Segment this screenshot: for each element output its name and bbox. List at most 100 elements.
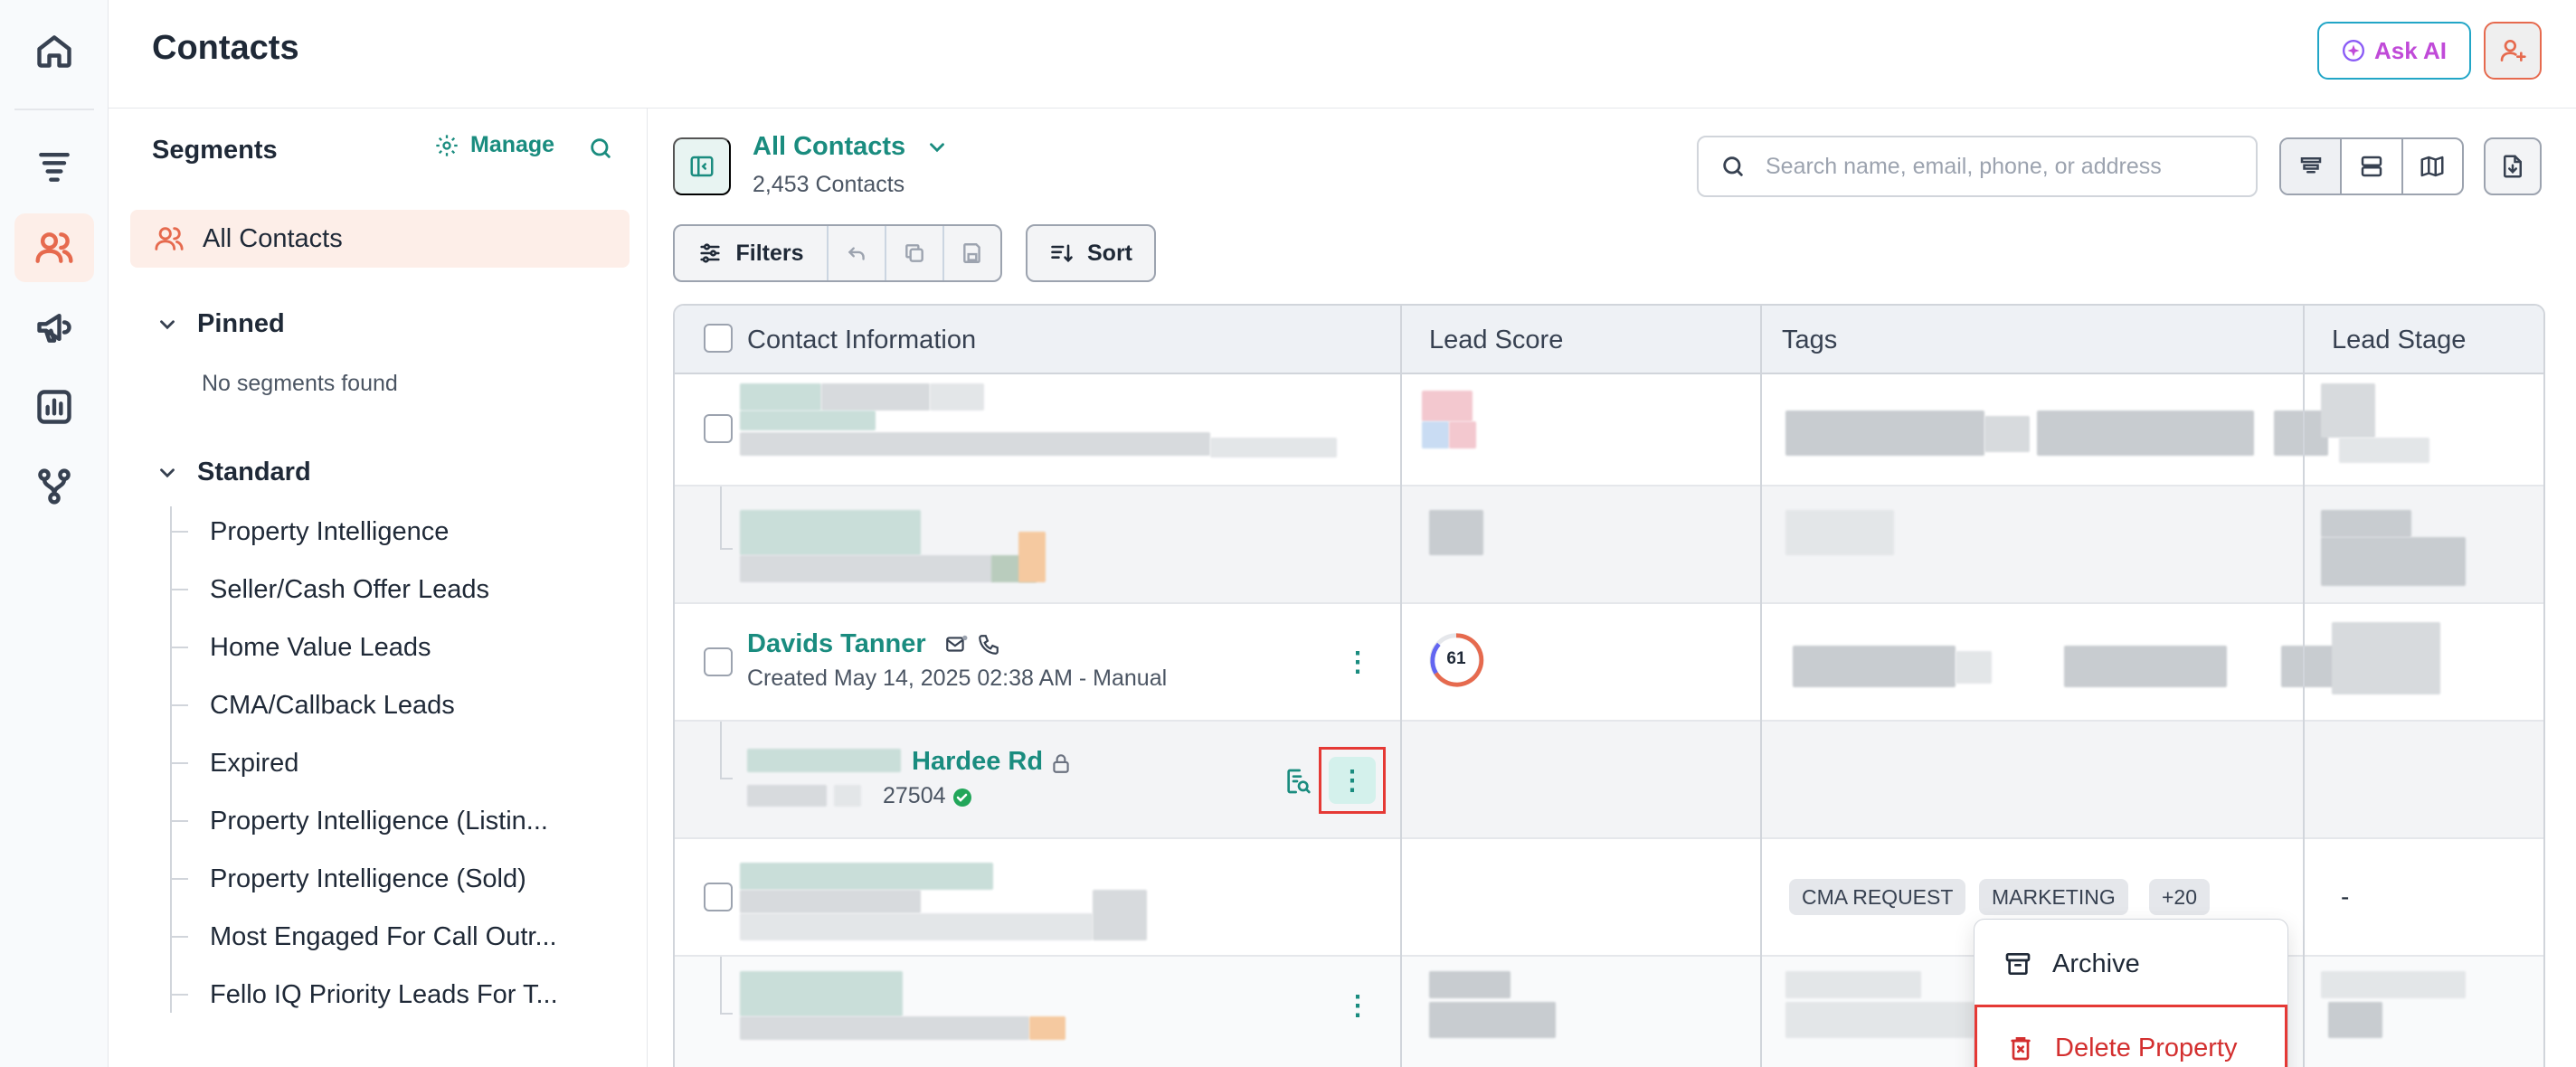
- manage-label: Manage: [470, 132, 555, 157]
- chevron-down-icon: [160, 467, 175, 477]
- chevron-down-icon: [160, 319, 175, 329]
- top-header: Contacts Ask AI: [109, 0, 2576, 109]
- table-toolbar: Filters Sort: [673, 224, 1156, 282]
- archive-menu-item[interactable]: Archive: [1975, 923, 2287, 1005]
- contact-search[interactable]: [1697, 136, 2258, 197]
- sliders-icon: [700, 243, 721, 263]
- table-header: Contact Information Lead Score Tags Lead…: [675, 306, 2543, 374]
- main-content: All Contacts 2,453 Contacts Filters: [648, 109, 2576, 1067]
- tag-badge: CMA REQUEST: [1789, 879, 1966, 915]
- delete-property-menu-item[interactable]: Delete Property: [1975, 1005, 2287, 1067]
- table-row[interactable]: Davids Tanner Created May 14, 2025 02:38…: [675, 604, 2543, 722]
- archive-icon: [2005, 953, 2031, 975]
- add-user-icon: [2500, 40, 2526, 61]
- column-header-contact[interactable]: Contact Information: [747, 306, 976, 374]
- email-icon[interactable]: [942, 633, 970, 656]
- tag-more-badge[interactable]: +20: [2149, 879, 2211, 915]
- property-report-icon[interactable]: [1283, 767, 1312, 796]
- view-mode-toggle: [2279, 137, 2464, 195]
- segment-all-contacts[interactable]: All Contacts: [130, 210, 630, 268]
- funnel-view-icon: [2300, 157, 2321, 174]
- segments-title: Segments: [152, 136, 278, 165]
- property-context-menu: Archive Delete Property: [1974, 919, 2288, 1067]
- tag-badge: MARKETING: [1979, 879, 2128, 915]
- manage-segments-button[interactable]: Manage: [434, 132, 554, 158]
- property-row[interactable]: Hardee Rd 27504 ⋮: [675, 722, 2543, 839]
- segment-item[interactable]: Property Intelligence: [170, 505, 622, 559]
- filters-button[interactable]: Filters: [675, 226, 827, 280]
- table-row[interactable]: [675, 374, 2543, 486]
- delete-label: Delete Property: [2055, 1033, 2238, 1062]
- undo-filter-button[interactable]: [827, 226, 885, 280]
- save-filter-button[interactable]: [942, 226, 1000, 280]
- contact-name-link[interactable]: Davids Tanner: [747, 629, 926, 659]
- phone-icon[interactable]: [977, 633, 1000, 656]
- segment-label: Expired: [210, 748, 299, 778]
- list-view-button[interactable]: [2281, 139, 2343, 194]
- property-row[interactable]: [675, 486, 2543, 604]
- gear-icon: [436, 134, 458, 156]
- segment-item[interactable]: Most Engaged For Call Outr...: [170, 910, 622, 964]
- segment-item[interactable]: Expired: [170, 736, 622, 790]
- row-checkbox[interactable]: [704, 414, 733, 443]
- map-icon: [2420, 156, 2444, 177]
- collapse-sidebar-button[interactable]: [673, 137, 731, 195]
- column-divider: [1760, 306, 1762, 1067]
- ask-ai-button[interactable]: Ask AI: [2317, 22, 2471, 80]
- undo-icon: [848, 247, 865, 260]
- sparkle-icon: [2342, 39, 2365, 62]
- sort-button[interactable]: Sort: [1026, 224, 1156, 282]
- map-view-button[interactable]: [2403, 139, 2462, 194]
- property-zip: 27504: [883, 783, 946, 808]
- column-header-lead-score[interactable]: Lead Score: [1429, 306, 1563, 374]
- column-header-tags[interactable]: Tags: [1782, 306, 1837, 374]
- megaphone-icon: [37, 313, 71, 343]
- workflows-nav-button[interactable]: [14, 452, 94, 521]
- archive-label: Archive: [2052, 949, 2140, 978]
- contacts-icon: [35, 232, 73, 263]
- row-checkbox[interactable]: [704, 883, 733, 911]
- table-view-button[interactable]: [2342, 139, 2403, 194]
- lock-icon: [1053, 754, 1069, 773]
- workflow-icon: [38, 468, 71, 505]
- home-nav-button[interactable]: [14, 16, 94, 85]
- property-address-link[interactable]: Hardee Rd: [912, 747, 1043, 777]
- segment-item[interactable]: Seller/Cash Offer Leads: [170, 562, 622, 617]
- column-divider: [1400, 306, 1402, 1067]
- ask-ai-label: Ask AI: [2374, 36, 2447, 64]
- reports-icon: [37, 390, 71, 424]
- campaigns-nav-button[interactable]: [14, 293, 94, 362]
- save-icon: [963, 243, 980, 263]
- search-input[interactable]: [1766, 153, 2236, 180]
- chevron-down-icon: [930, 142, 945, 152]
- sort-icon: [1051, 244, 1073, 262]
- reports-nav-button[interactable]: [14, 373, 94, 441]
- duplicate-filter-button[interactable]: [885, 226, 942, 280]
- segment-item[interactable]: CMA/Callback Leads: [170, 678, 622, 732]
- rows-icon: [2361, 156, 2382, 177]
- segment-item[interactable]: Fello IQ Priority Leads For T...: [170, 968, 622, 1022]
- property-actions-button[interactable]: ⋮: [1329, 757, 1376, 804]
- contact-count: 2,453 Contacts: [753, 172, 905, 197]
- segment-item[interactable]: Property Intelligence (Sold): [170, 852, 622, 906]
- view-selector[interactable]: All Contacts: [753, 132, 949, 162]
- lead-score-value: 61: [1446, 649, 1466, 668]
- column-header-lead-stage[interactable]: Lead Stage: [2332, 306, 2466, 374]
- contacts-nav-button[interactable]: [14, 213, 94, 282]
- segment-search-button[interactable]: [588, 136, 613, 165]
- row-checkbox[interactable]: [704, 647, 733, 676]
- view-name: All Contacts: [753, 132, 906, 161]
- segments-panel: Segments Manage All Contacts Pinned No s…: [109, 109, 648, 1067]
- segment-item[interactable]: Home Value Leads: [170, 620, 622, 675]
- row-actions-button[interactable]: ⋮: [1344, 649, 1371, 676]
- funnel-nav-button[interactable]: [14, 132, 94, 201]
- export-file-icon: [2504, 155, 2522, 178]
- select-all-checkbox[interactable]: [704, 324, 733, 353]
- delete-icon: [2011, 1037, 2031, 1061]
- export-button[interactable]: [2484, 137, 2542, 195]
- add-contact-button[interactable]: [2484, 22, 2542, 80]
- segment-item[interactable]: Property Intelligence (Listin...: [170, 794, 622, 848]
- row-actions-button[interactable]: ⋮: [1344, 993, 1371, 1020]
- standard-group-toggle[interactable]: Standard: [156, 458, 311, 487]
- pinned-group-toggle[interactable]: Pinned: [156, 309, 285, 339]
